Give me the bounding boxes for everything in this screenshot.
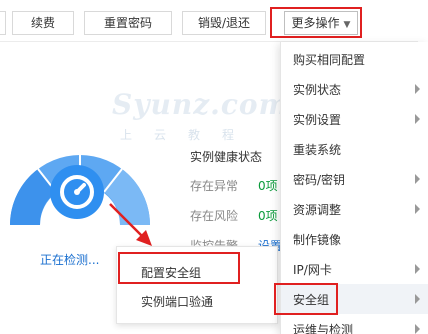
health-row-risk: 存在风险 0项 bbox=[190, 207, 278, 224]
chevron-right-icon bbox=[415, 264, 420, 274]
menu-item-label: 实例状态 bbox=[293, 83, 342, 97]
renew-button[interactable]: 续费 bbox=[12, 11, 74, 35]
menu-item-label: 重装系统 bbox=[293, 143, 342, 157]
chevron-right-icon bbox=[415, 204, 420, 214]
menu-item-create-image[interactable]: 制作镜像 bbox=[281, 224, 428, 254]
menu-item-label: 实例设置 bbox=[293, 113, 342, 127]
health-row-label: 存在异常 bbox=[190, 179, 239, 193]
menu-item-ops-and-detection[interactable]: 运维与检测 bbox=[281, 314, 428, 334]
highlight-box-more-actions bbox=[270, 7, 362, 38]
release-button[interactable]: 销毁/退还 bbox=[182, 11, 266, 35]
menu-item-label: 购买相同配置 bbox=[293, 53, 366, 67]
health-row-abnormal: 存在异常 0项 bbox=[190, 177, 278, 194]
highlight-box-configure-security-group bbox=[118, 252, 240, 284]
menu-item-label: 运维与检测 bbox=[293, 323, 354, 334]
menu-item-label: 资源调整 bbox=[293, 203, 342, 217]
submenu-item-port-check[interactable]: 实例端口验通 bbox=[141, 293, 213, 310]
health-title: 实例健康状态 bbox=[190, 150, 263, 164]
chevron-right-icon bbox=[415, 174, 420, 184]
chevron-right-icon bbox=[415, 84, 420, 94]
chevron-right-icon bbox=[415, 324, 420, 334]
menu-item-instance-settings[interactable]: 实例设置 bbox=[281, 104, 428, 134]
health-row-value: 0项 bbox=[258, 179, 278, 193]
toolbar-edge bbox=[418, 0, 428, 42]
chevron-right-icon bbox=[415, 294, 420, 304]
menu-item-resource-adjust[interactable]: 资源调整 bbox=[281, 194, 428, 224]
health-row-value: 0项 bbox=[258, 209, 278, 223]
reset-password-button[interactable]: 重置密码 bbox=[84, 11, 172, 35]
action-toolbar: 续费 重置密码 销毁/退还 更多操作 ▼ bbox=[0, 0, 428, 42]
menu-item-reinstall-system[interactable]: 重装系统 bbox=[281, 134, 428, 164]
chevron-right-icon bbox=[415, 114, 420, 124]
menu-item-instance-state[interactable]: 实例状态 bbox=[281, 74, 428, 104]
menu-item-label: IP/网卡 bbox=[293, 263, 332, 277]
toolbar-button-partial[interactable] bbox=[0, 11, 6, 35]
menu-item-label: 密码/密钥 bbox=[293, 173, 346, 187]
menu-item-ip-nic[interactable]: IP/网卡 bbox=[281, 254, 428, 284]
menu-item-password-key[interactable]: 密码/密钥 bbox=[281, 164, 428, 194]
detecting-status: 正在检测... bbox=[40, 253, 100, 267]
health-row-label: 存在风险 bbox=[190, 209, 239, 223]
menu-item-label: 制作镜像 bbox=[293, 233, 342, 247]
menu-item-buy-same-config[interactable]: 购买相同配置 bbox=[281, 44, 428, 74]
highlight-box-security-group bbox=[274, 283, 338, 315]
